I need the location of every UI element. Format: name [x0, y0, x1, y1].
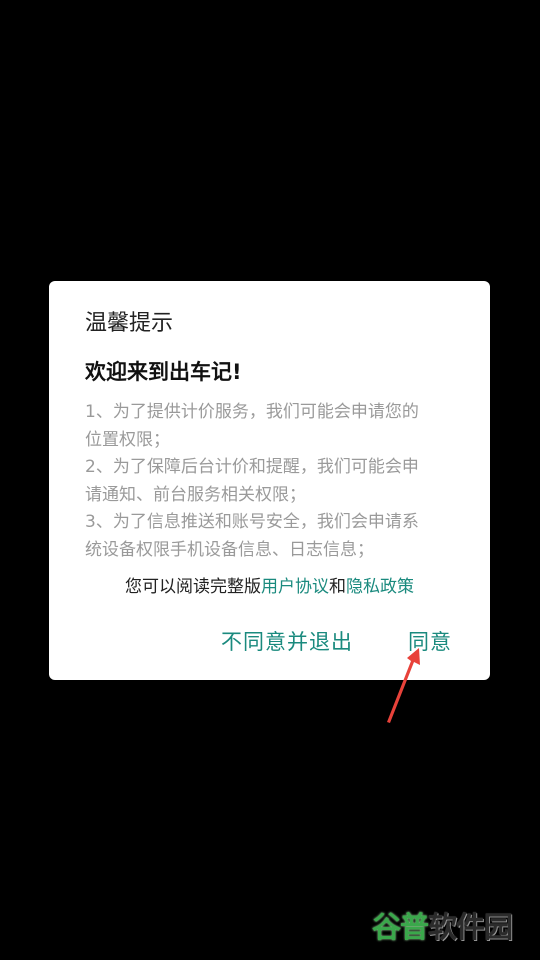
dialog-title: 温馨提示: [85, 311, 174, 336]
body-line: 请通知、前台服务相关权限；: [85, 484, 306, 505]
dialog-body: 1、为了提供计价服务，我们可能会申请您的 位置权限； 2、为了保障后台计价和提醒…: [85, 399, 457, 564]
watermark-brand: 谷普: [372, 910, 429, 944]
body-line: 1、为了提供计价服务，我们可能会申请您的: [85, 402, 419, 422]
decline-and-exit-button[interactable]: 不同意并退出: [221, 627, 353, 657]
dialog-heading: 欢迎来到出车记!: [85, 360, 242, 384]
body-line: 2、为了保障后台计价和提醒，我们可能会申: [85, 457, 419, 477]
body-line: 位置权限；: [85, 429, 170, 450]
watermark-logo: 谷普 软件园: [372, 903, 513, 947]
body-line: 3、为了信息推送和账号安全，我们会申请系: [85, 512, 419, 532]
user-agreement-link[interactable]: 用户协议: [261, 577, 329, 597]
privacy-policy-link[interactable]: 隐私政策: [346, 577, 414, 597]
read-agreements-line: 您可以阅读完整版用户协议和隐私政策: [49, 575, 490, 599]
body-line: 统设备权限手机设备信息、日志信息；: [85, 539, 374, 560]
watermark-text: 软件园: [428, 910, 513, 944]
permission-dialog: 温馨提示 欢迎来到出车记! 1、为了提供计价服务，我们可能会申请您的 位置权限；…: [49, 281, 490, 680]
read-prefix: 您可以阅读完整版: [125, 577, 261, 597]
screen: 温馨提示 欢迎来到出车记! 1、为了提供计价服务，我们可能会申请您的 位置权限；…: [0, 0, 540, 960]
read-and: 和: [329, 577, 346, 597]
red-arrow-icon: [387, 648, 420, 723]
